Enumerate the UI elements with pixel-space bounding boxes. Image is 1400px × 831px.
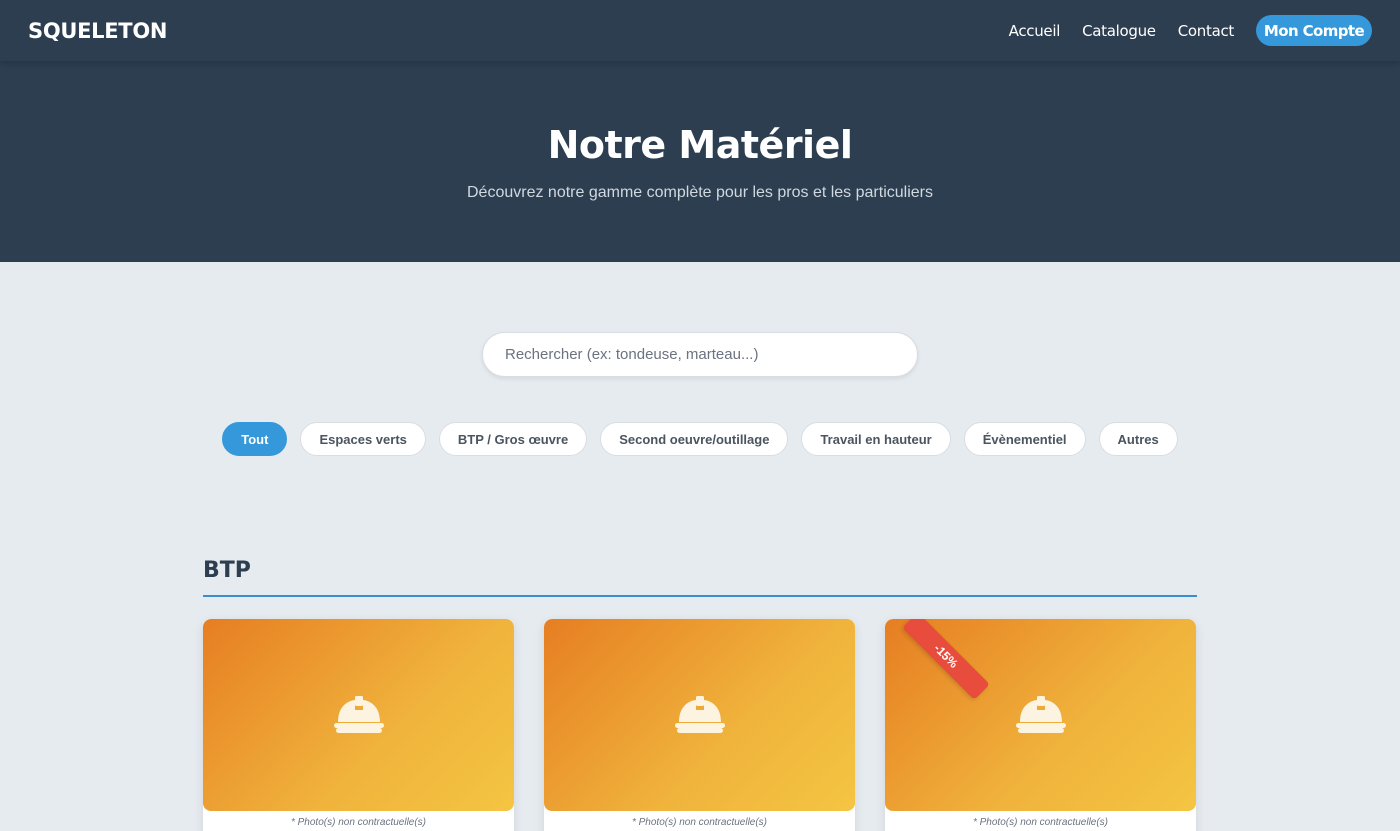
search-input[interactable]: [482, 332, 918, 377]
main-nav: Accueil Catalogue Contact Mon Compte: [1009, 15, 1372, 46]
product-card[interactable]: * Photo(s) non contractuelle(s): [203, 619, 514, 831]
section-divider: [203, 595, 1197, 597]
filter-espaces-verts[interactable]: Espaces verts: [300, 422, 426, 456]
filter-travail-hauteur[interactable]: Travail en hauteur: [801, 422, 951, 456]
filter-tout[interactable]: Tout: [222, 422, 288, 456]
filter-btp-gros-oeuvre[interactable]: BTP / Gros œuvre: [438, 422, 588, 456]
account-button[interactable]: Mon Compte: [1256, 15, 1372, 46]
hero-banner: Notre Matériel Découvrez notre gamme com…: [0, 61, 1400, 262]
section-title: BTP: [203, 558, 251, 583]
product-card[interactable]: -15% * Photo(s) non contractuelle(s): [885, 619, 1196, 831]
hard-hat-icon: [675, 696, 725, 733]
nav-link-catalogue[interactable]: Catalogue: [1082, 22, 1156, 40]
filter-evenementiel[interactable]: Évènementiel: [963, 422, 1086, 456]
category-filters: Tout Espaces verts BTP / Gros œuvre Seco…: [0, 422, 1400, 457]
top-navbar: SQUELETON Accueil Catalogue Contact Mon …: [0, 0, 1400, 61]
product-card[interactable]: * Photo(s) non contractuelle(s): [544, 619, 855, 831]
hard-hat-icon: [334, 696, 384, 733]
photo-disclaimer: * Photo(s) non contractuelle(s): [290, 817, 427, 828]
photo-disclaimer: * Photo(s) non contractuelle(s): [972, 817, 1109, 828]
filter-second-oeuvre[interactable]: Second oeuvre/outillage: [600, 422, 789, 456]
product-image[interactable]: -15%: [885, 619, 1196, 811]
nav-link-accueil[interactable]: Accueil: [1009, 22, 1061, 40]
discount-badge: -15%: [902, 619, 990, 700]
photo-disclaimer: * Photo(s) non contractuelle(s): [631, 817, 768, 828]
product-image[interactable]: [544, 619, 855, 811]
site-logo[interactable]: SQUELETON: [28, 19, 167, 43]
page-title: Notre Matériel: [547, 123, 853, 167]
product-image[interactable]: [203, 619, 514, 811]
page-subtitle: Découvrez notre gamme complète pour les …: [467, 184, 933, 201]
hard-hat-icon: [1016, 696, 1066, 733]
filter-autres[interactable]: Autres: [1098, 422, 1178, 456]
nav-link-contact[interactable]: Contact: [1178, 22, 1235, 40]
